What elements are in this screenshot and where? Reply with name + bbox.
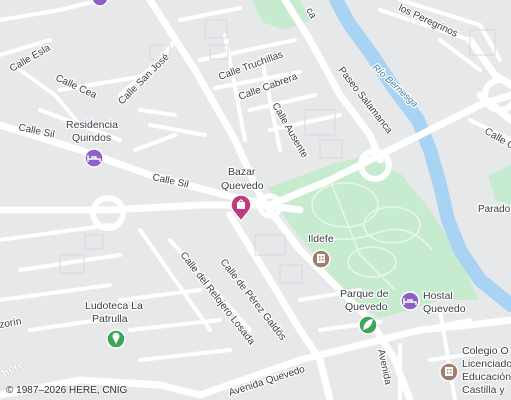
poi-label-colegio-2: Licenciado [462, 358, 511, 370]
map-copyright: © 1987–2026 HERE, CNIG [6, 385, 128, 396]
poi-label-hostal-2: Quevedo [423, 303, 466, 315]
hotel-icon [84, 148, 104, 168]
poi-label-residencia-2: Quindos [72, 132, 111, 144]
poi-label-hostal-1: Hostal [423, 290, 453, 302]
poi-label-colegio-4: Castilla y [462, 384, 505, 396]
poi-label-residencia-1: Residencia [66, 119, 118, 131]
poi-label-ildefe: Ildefe [308, 233, 334, 245]
building-icon [439, 362, 459, 382]
leaf-icon [358, 315, 378, 335]
poi-label-colegio-1: Colegio O [462, 345, 509, 357]
poi-label-bazar-2: Quevedo [221, 180, 264, 192]
location-pin-icon [106, 329, 126, 349]
poi-label-ludoteca-2: Patrulla [92, 313, 128, 325]
poi-label-bazar-1: Bazar [228, 166, 256, 178]
hotel-icon [400, 291, 420, 311]
building-icon [311, 249, 331, 269]
poi-label-parque-1: Parque de [340, 288, 389, 300]
poi-label-ludoteca-1: Ludoteca La [85, 300, 143, 312]
map-canvas[interactable]: Calle Esla Calle Cea Calle San José Call… [0, 0, 511, 400]
poi-label-colegio-3: Educación [462, 371, 511, 383]
poi-label-parque-2: Quevedo [345, 301, 388, 313]
place-label-parado: Parado [478, 204, 511, 215]
